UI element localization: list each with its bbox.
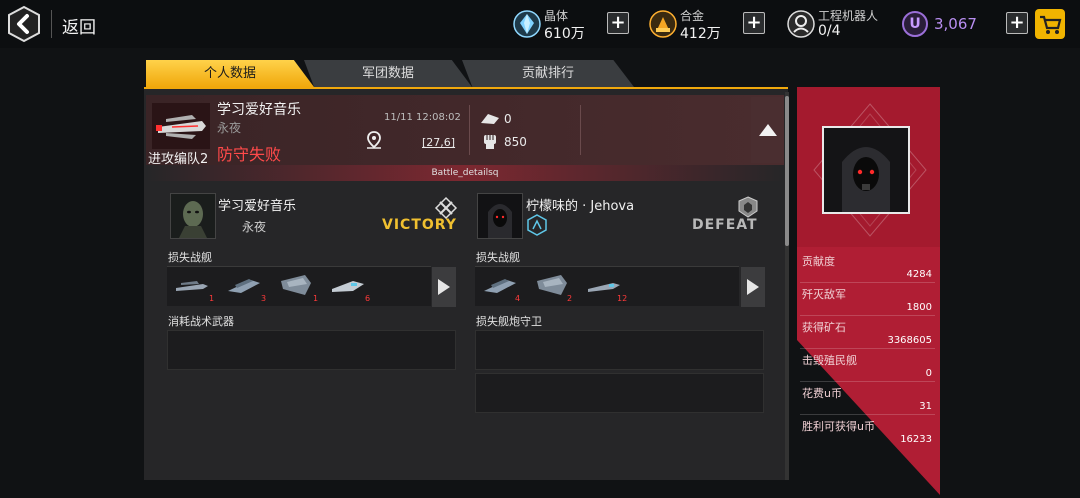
ship-count: 3 [261,294,267,303]
divider [580,105,581,155]
report-time: 11/11 12:08:02 [384,112,461,123]
defeat-label: DEFEAT [692,217,758,233]
divider [800,414,935,415]
report-result: 防守失败 [217,145,282,164]
back-icon[interactable] [6,5,42,43]
hooded-portrait-icon [478,194,522,238]
alloy-label: 合金 [680,9,705,23]
add-crystal-button[interactable]: + [607,12,629,34]
stat-u-reward-value: 16233 [900,434,932,445]
report-stat-1: 0 [504,112,512,126]
tab-personal-data[interactable]: 个人数据 [146,60,314,87]
u-coin-icon: U [902,11,928,37]
stat-kills-value: 1800 [906,302,932,313]
fist-icon [484,135,496,149]
alien-portrait-icon [171,194,215,238]
divider [51,10,52,38]
location-pin-icon [367,131,381,149]
defender-name: 柠檬味的 · Jehova [526,199,635,214]
divider [800,381,935,382]
stat-colony-ships-label: 击毁殖民舰 [802,354,857,367]
tactical-weapons-label: 消耗战术武器 [168,315,234,328]
tab-contribution-ranking[interactable]: 贡献排行 [462,60,634,87]
stat-contribution-value: 4284 [906,269,932,280]
ship-icon[interactable] [331,277,365,295]
tactical-weapons-list [167,330,456,370]
lost-guards-label: 损失舰炮守卫 [476,315,542,328]
scrollbar-thumb[interactable] [785,96,789,246]
ship-count: 2 [567,294,573,303]
crystal-icon [513,10,541,38]
defender-ships-next-button[interactable] [741,267,765,307]
ship-count: 4 [515,294,521,303]
attacker-lost-ships-label: 损失战舰 [168,251,212,264]
attacker-ships-next-button[interactable] [432,267,456,307]
chevron-up-icon [759,124,777,136]
ship-loss-icon [481,114,499,124]
battle-detail-label: Battle_detailsq [146,165,784,181]
alloy-icon [649,10,677,38]
defender-lost-ships-label: 损失战舰 [476,251,520,264]
ship-icon[interactable] [587,277,621,295]
attacker-ship-list: 1 3 1 6 [167,266,431,306]
report-guild: 永夜 [217,121,242,135]
attacker-name: 学习爱好音乐 [218,199,297,214]
attacker-guild: 永夜 [242,220,267,234]
fleet-icon [152,103,210,149]
ship-icon[interactable] [279,273,313,297]
chevron-right-icon [438,279,450,295]
tab-legion-data[interactable]: 军团数据 [304,60,472,87]
ship-icon[interactable] [535,273,569,297]
add-alloy-button[interactable]: + [743,12,765,34]
stat-u-spent-value: 31 [919,401,932,412]
stat-contribution-label: 贡献度 [802,255,835,268]
ship-icon[interactable] [483,277,517,295]
crystal-value: 610万 [544,26,585,42]
ship-count: 1 [209,294,215,303]
ship-count: 6 [365,294,371,303]
victory-label: VICTORY [382,217,457,233]
u-coin-value: 3,067 [934,15,977,33]
divider [800,315,935,316]
defender-ship-list: 4 2 12 [475,266,739,306]
collapse-button[interactable] [751,97,784,163]
report-player-name: 学习爱好音乐 [217,102,301,118]
report-coordinates-link[interactable]: [27,6] [422,136,455,149]
ship-count: 1 [313,294,319,303]
alloy-value: 412万 [680,26,721,42]
stat-kills-label: 歼灭敌军 [802,288,846,301]
chevron-right-icon [747,279,759,295]
commander-avatar [822,126,910,214]
report-stat-2: 850 [504,135,527,149]
ship-icon[interactable] [227,277,261,295]
back-button[interactable]: 返回 [62,13,96,38]
lost-guards-list [475,330,764,370]
shop-cart-icon[interactable] [1034,8,1066,40]
stat-u-reward-label: 胜利可获得u币 [802,420,875,433]
divider [800,348,935,349]
ship-count: 12 [617,294,628,303]
robot-label: 工程机器人 [818,9,879,23]
defender-avatar[interactable] [477,193,523,239]
divider [469,105,470,155]
shield-icon [738,196,758,218]
hooded-portrait-icon [824,128,908,212]
faction-icon [527,214,547,236]
stat-u-spent-label: 花费u币 [802,387,842,400]
stat-ore-value: 3368605 [887,335,932,346]
stat-colony-ships-value: 0 [925,368,932,379]
top-bar: 返回 晶体 610万 + 合金 412万 + 工程机器人 0/4 U 3,067… [0,0,1080,48]
crystal-label: 晶体 [544,9,569,23]
ship-icon[interactable] [175,277,209,295]
attacker-avatar[interactable] [170,193,216,239]
add-u-coin-button[interactable]: + [1006,12,1028,34]
robot-value: 0/4 [818,23,841,39]
divider [800,282,935,283]
lost-guards-list-row [475,373,764,413]
stat-ore-label: 获得矿石 [802,321,846,334]
robot-icon [787,10,815,38]
